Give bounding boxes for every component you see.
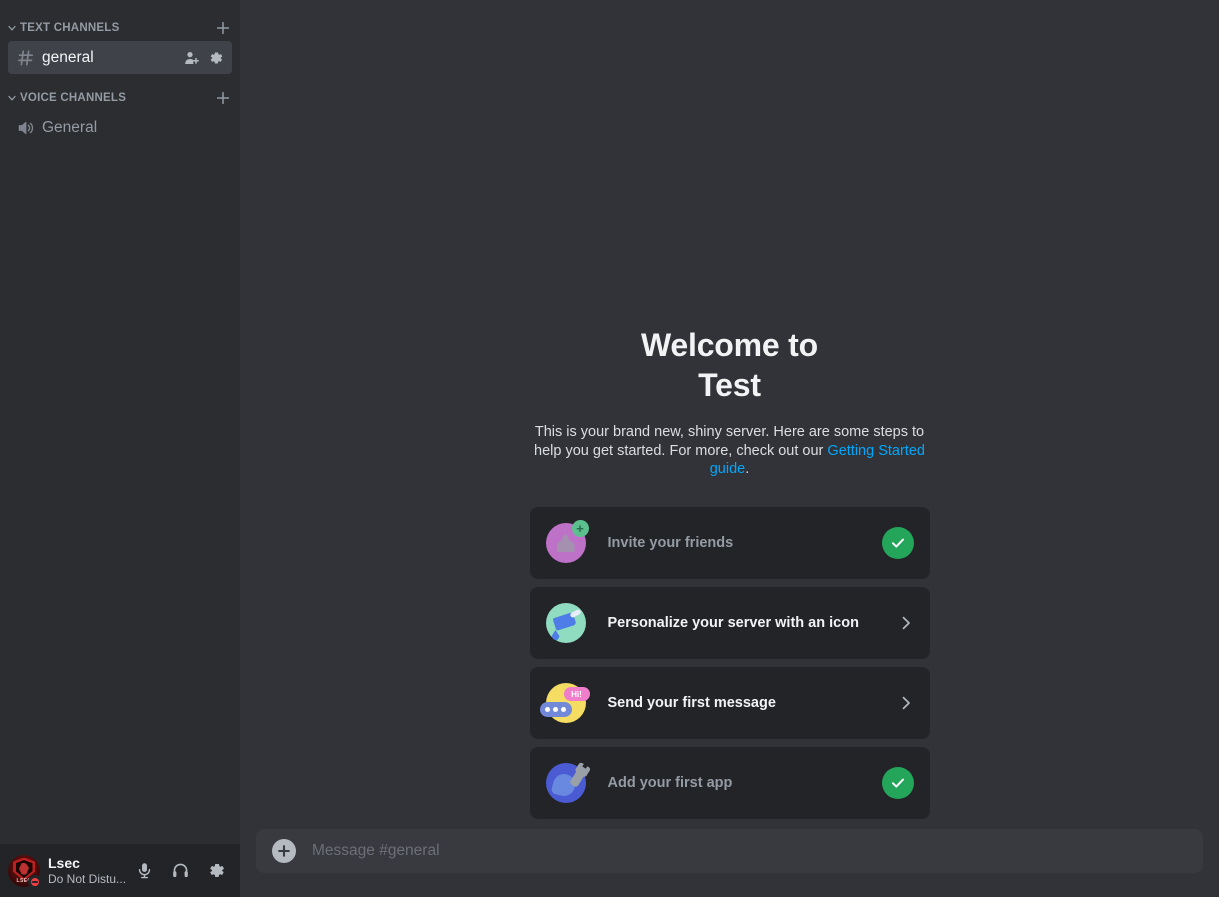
- onboarding-card-list: + Invite your friends Personalize your s…: [529, 507, 930, 819]
- main-content: Welcome to Test This is your brand new, …: [240, 0, 1219, 897]
- status-badge-dnd: [28, 874, 42, 889]
- speaker-icon: [16, 118, 36, 138]
- check-icon: [881, 527, 914, 559]
- welcome-description: This is your brand new, shiny server. He…: [530, 423, 930, 479]
- headphones-icon[interactable]: [164, 855, 196, 887]
- card-label: Personalize your server with an icon: [607, 615, 859, 631]
- user-info[interactable]: Lsec Do Not Distu...: [48, 855, 128, 886]
- gear-icon[interactable]: [208, 50, 224, 66]
- channel-name: General: [42, 118, 98, 136]
- onboarding-card-invite-friends[interactable]: + Invite your friends: [529, 507, 930, 579]
- sidebar-channel-general-voice[interactable]: General: [8, 111, 232, 144]
- invite-icon[interactable]: [184, 50, 200, 66]
- icon-plus-badge: +: [571, 520, 589, 537]
- chevron-right-icon: [892, 615, 914, 631]
- card-label: Send your first message: [607, 695, 776, 711]
- category-header-voice-channels[interactable]: VOICE CHANNELS: [0, 86, 240, 110]
- category-spacer: [0, 74, 240, 86]
- chat-scroll-area: Welcome to Test This is your brand new, …: [240, 0, 1219, 829]
- invite-friends-icon: +: [545, 520, 589, 563]
- category-header-text-channels[interactable]: TEXT CHANNELS: [0, 16, 240, 40]
- user-controls: [128, 855, 232, 887]
- welcome-title-line2: Test: [698, 367, 761, 404]
- onboarding-card-personalize-server[interactable]: Personalize your server with an icon: [529, 587, 930, 659]
- add-text-channel-button[interactable]: [214, 19, 232, 37]
- category-label: VOICE CHANNELS: [20, 92, 127, 104]
- chevron-down-icon: [6, 92, 18, 104]
- channel-sidebar: TEXT CHANNELS general VOICE CHANNELS Gen…: [0, 0, 240, 897]
- chevron-right-icon: [892, 695, 914, 711]
- icon-dot: [553, 707, 558, 712]
- composer-box: [256, 829, 1203, 873]
- avatar[interactable]: LSEC: [8, 854, 42, 889]
- icon-typing-bubble: [539, 702, 572, 717]
- attach-button[interactable]: [272, 839, 296, 863]
- page-title: Welcome to Test: [641, 325, 818, 405]
- category-label: TEXT CHANNELS: [20, 22, 120, 34]
- gear-icon[interactable]: [200, 855, 232, 887]
- add-voice-channel-button[interactable]: [214, 89, 232, 107]
- user-name: Lsec: [48, 854, 80, 871]
- message-input[interactable]: [312, 842, 1187, 860]
- icon-dot: [561, 707, 566, 712]
- user-status: Do Not Distu...: [48, 871, 127, 886]
- microphone-icon[interactable]: [128, 855, 160, 887]
- icon-hi-bubble: Hi!: [563, 687, 590, 701]
- chat-bubbles-icon: Hi!: [539, 683, 590, 723]
- app-wrench-icon: [545, 763, 588, 803]
- channel-list: TEXT CHANNELS general VOICE CHANNELS Gen…: [0, 0, 240, 844]
- icon-dot: [545, 707, 550, 712]
- check-icon: [881, 767, 914, 799]
- message-composer: [240, 829, 1219, 897]
- channel-name: general: [42, 48, 94, 66]
- onboarding-card-add-first-app[interactable]: Add your first app: [529, 747, 930, 819]
- card-label: Invite your friends: [607, 535, 734, 551]
- paintbrush-icon: [545, 603, 586, 643]
- welcome-title-line1: Welcome to: [640, 327, 818, 364]
- hash-icon: [16, 48, 36, 68]
- user-panel: LSEC Lsec Do Not Distu...: [0, 844, 240, 897]
- welcome-description-suffix: .: [745, 461, 750, 478]
- card-label: Add your first app: [607, 775, 733, 791]
- server-welcome-block: Welcome to Test This is your brand new, …: [240, 325, 1219, 819]
- discord-app: TEXT CHANNELS general VOICE CHANNELS Gen…: [0, 0, 1219, 897]
- sidebar-channel-general-text[interactable]: general: [8, 41, 232, 74]
- onboarding-card-send-first-message[interactable]: Hi! Send your first message: [529, 667, 930, 739]
- channel-actions: [184, 50, 224, 66]
- chevron-down-icon: [6, 22, 18, 34]
